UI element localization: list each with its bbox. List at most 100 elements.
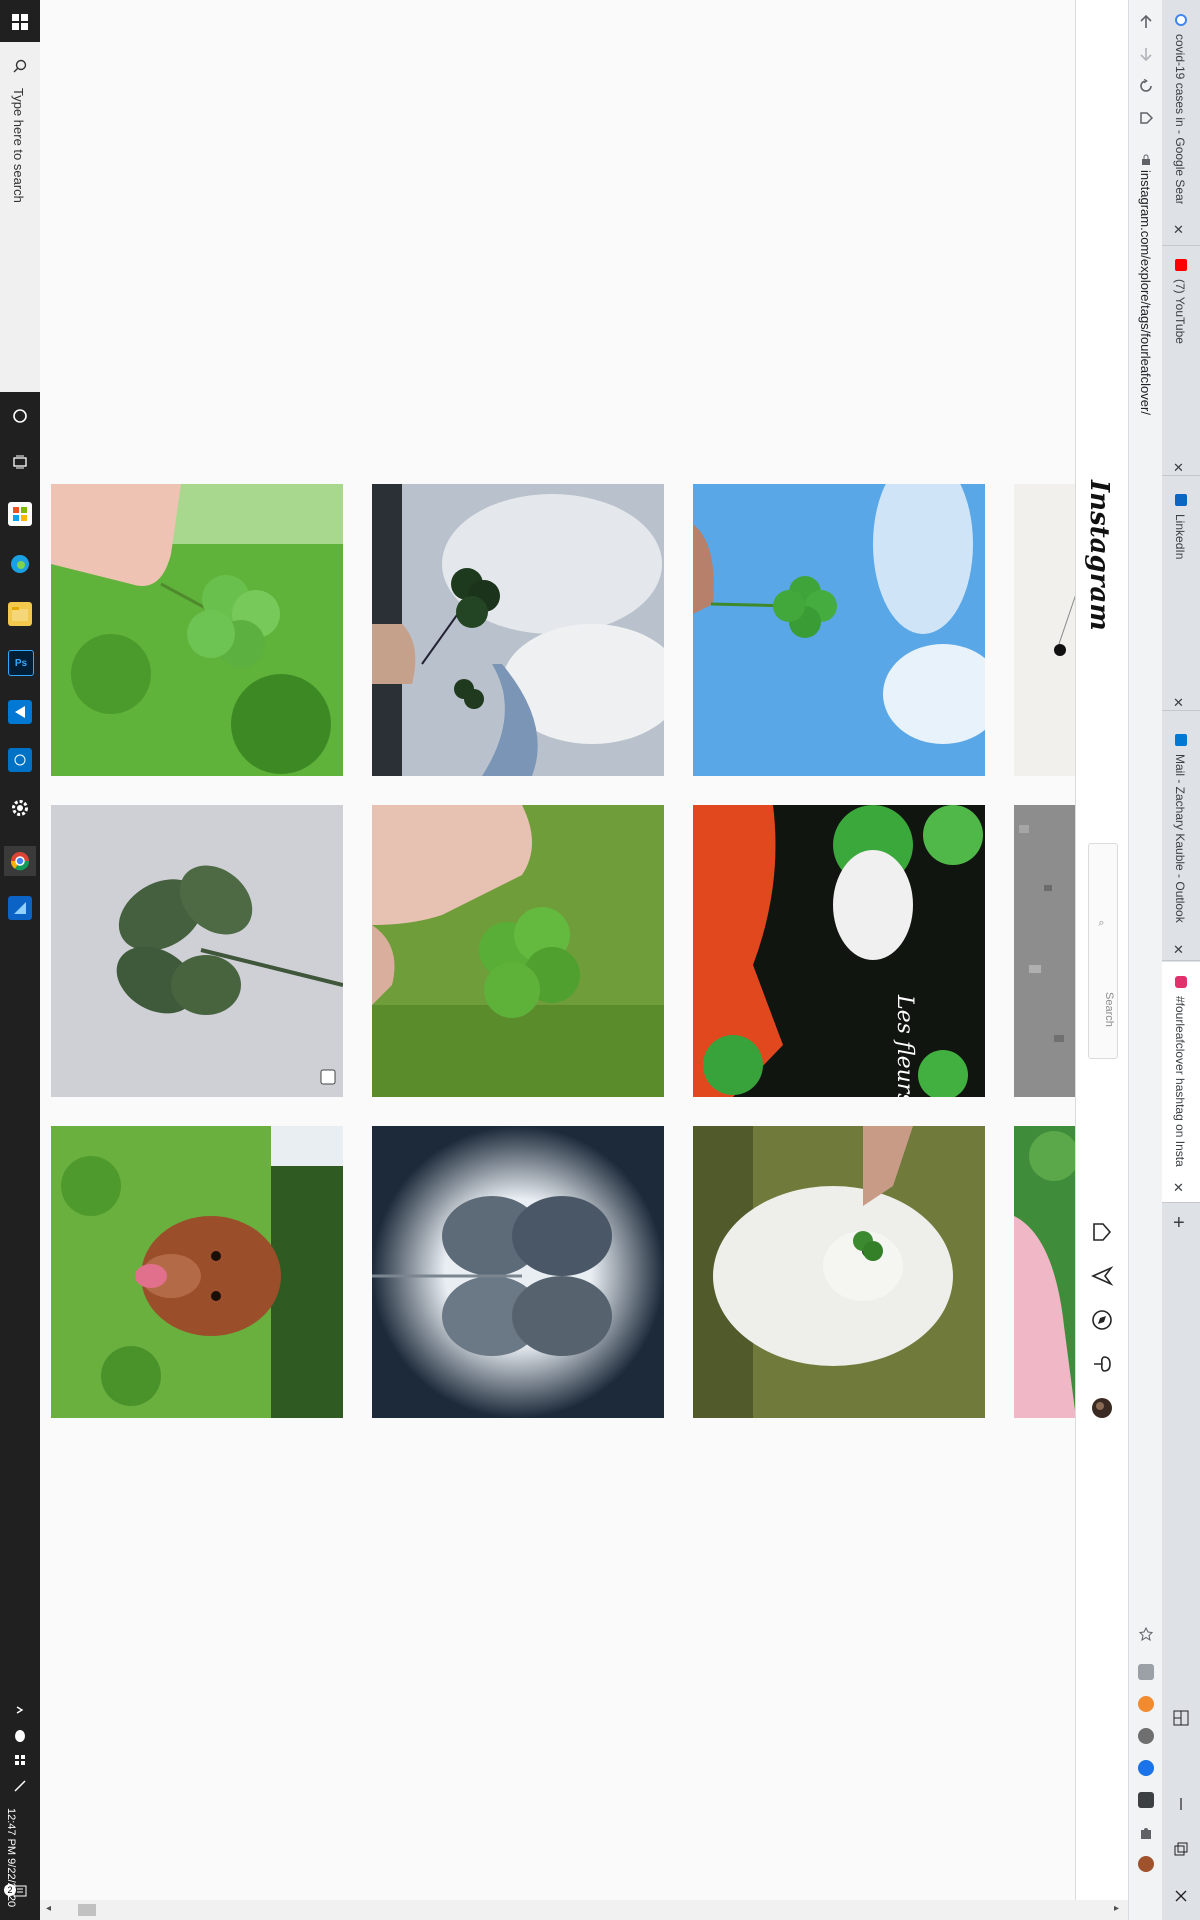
youtube-favicon-icon bbox=[1175, 259, 1187, 271]
google-favicon-icon bbox=[1175, 14, 1187, 26]
clover-necklace-image bbox=[1014, 484, 1076, 776]
clock-time: 12:47 PM bbox=[5, 1808, 17, 1856]
photoshop-icon[interactable]: Ps bbox=[8, 650, 34, 676]
chrome-icon[interactable] bbox=[4, 846, 36, 876]
explore-compass-icon[interactable] bbox=[1090, 1308, 1114, 1332]
tab-title: Mail - Zachary Kauble - Outlook bbox=[1173, 754, 1187, 923]
network-app-icon[interactable] bbox=[8, 748, 32, 772]
browser-toolbar: instagram.com/explore/tags/fourleafclove… bbox=[1128, 0, 1163, 1920]
book-cover-les-fleurs-image: Les fleurs bbox=[693, 805, 985, 1097]
onedrive-cloud-icon[interactable] bbox=[8, 1724, 32, 1748]
post-thumbnail[interactable] bbox=[1014, 484, 1076, 776]
close-tab-icon[interactable]: ✕ bbox=[1173, 460, 1184, 476]
tab-youtube[interactable]: (7) YouTube ✕ bbox=[1162, 245, 1200, 476]
instagram-favicon-icon bbox=[1175, 976, 1187, 988]
restore-window-icon[interactable] bbox=[1173, 1842, 1189, 1862]
post-thumbnail[interactable] bbox=[693, 1126, 985, 1418]
scroll-right-arrow-icon[interactable]: ▸ bbox=[1114, 1903, 1119, 1914]
post-thumbnail[interactable]: Les fleurs bbox=[693, 805, 985, 1097]
chevron-up-icon[interactable] bbox=[8, 1698, 32, 1722]
notification-count-badge: 2 bbox=[4, 1884, 16, 1896]
clover-held-over-grass-image bbox=[372, 805, 664, 1097]
cortana-icon[interactable] bbox=[8, 404, 32, 428]
instagram-explore-grid: Les fleurs bbox=[40, 0, 1076, 1900]
close-tab-icon[interactable]: ✕ bbox=[1173, 1180, 1184, 1196]
taskbar-search-box[interactable]: Type here to search bbox=[0, 42, 41, 392]
settings-gear-icon[interactable] bbox=[8, 796, 32, 820]
pressed-clover-image bbox=[51, 805, 343, 1097]
post-thumbnail[interactable] bbox=[372, 484, 664, 776]
close-tab-icon[interactable]: ✕ bbox=[1173, 222, 1184, 238]
search-placeholder: ⌕ Search bbox=[1096, 918, 1115, 1027]
taskbar-search-placeholder: Type here to search bbox=[11, 88, 26, 203]
post-thumbnail[interactable] bbox=[1014, 1126, 1076, 1418]
extension-dark-icon[interactable] bbox=[1138, 1792, 1154, 1808]
extension-orange-icon[interactable] bbox=[1138, 1696, 1154, 1712]
home-icon[interactable] bbox=[1090, 1220, 1114, 1244]
clover-pink-hand-image bbox=[1014, 1126, 1076, 1418]
close-tab-icon[interactable]: ✕ bbox=[1173, 695, 1184, 711]
clover-in-fingers-image bbox=[51, 484, 343, 776]
post-thumbnail[interactable] bbox=[51, 484, 343, 776]
granite-texture-image bbox=[1014, 805, 1076, 1097]
browser-tab-strip: covid-19 cases in - Google Searc ✕ (7) Y… bbox=[1162, 0, 1200, 1920]
extensions-puzzle-icon[interactable] bbox=[1134, 1822, 1158, 1846]
search-placeholder-text: Search bbox=[1103, 992, 1115, 1027]
pen-icon[interactable] bbox=[8, 1774, 32, 1798]
instagram-search-input[interactable]: ⌕ Search bbox=[1088, 843, 1118, 1059]
direct-message-icon[interactable] bbox=[1090, 1264, 1114, 1288]
profile-avatar-icon[interactable] bbox=[1090, 1396, 1114, 1420]
reload-icon[interactable] bbox=[1134, 74, 1158, 98]
scrollbar-thumb[interactable] bbox=[78, 1904, 96, 1916]
tab-instagram-fourleafclover[interactable]: #fourleafclover hashtag on Insta ✕ bbox=[1162, 962, 1200, 1203]
profile-avatar-z-icon[interactable] bbox=[1138, 1856, 1154, 1872]
minimize-icon[interactable] bbox=[1173, 1796, 1189, 1816]
close-tab-icon[interactable]: ✕ bbox=[1173, 942, 1184, 958]
post-thumbnail[interactable] bbox=[372, 1126, 664, 1418]
new-tab-plus-icon[interactable]: + bbox=[1173, 1212, 1185, 1235]
instagram-logo[interactable]: Instagram bbox=[1084, 480, 1114, 631]
post-thumbnail[interactable] bbox=[372, 805, 664, 1097]
extension-g-icon[interactable] bbox=[1138, 1664, 1154, 1680]
windows-start-icon[interactable] bbox=[8, 10, 32, 34]
task-view-icon[interactable] bbox=[8, 450, 32, 474]
home-button-icon[interactable] bbox=[1134, 106, 1158, 130]
search-icon bbox=[8, 54, 32, 78]
back-arrow-icon[interactable] bbox=[1134, 10, 1158, 34]
dog-in-clover-image bbox=[51, 1126, 343, 1418]
post-thumbnail[interactable] bbox=[51, 805, 343, 1097]
tab-search-icon[interactable] bbox=[1173, 1710, 1189, 1726]
extension-blue-icon[interactable] bbox=[1138, 1760, 1154, 1776]
address-bar[interactable]: instagram.com/explore/tags/fourleafclove… bbox=[1138, 170, 1153, 415]
forward-arrow-icon[interactable] bbox=[1134, 42, 1158, 66]
tab-title: covid-19 cases in - Google Searc bbox=[1173, 34, 1187, 204]
lock-icon[interactable] bbox=[1134, 148, 1158, 172]
horizontal-scrollbar[interactable]: ◂ ▸ bbox=[40, 1900, 1128, 1920]
microsoft-store-icon[interactable] bbox=[8, 502, 32, 526]
instagram-header: Instagram ⌕ Search bbox=[1075, 0, 1129, 1900]
monochrome-clover-image bbox=[372, 1126, 664, 1418]
tab-linkedin[interactable]: LinkedIn ✕ bbox=[1162, 480, 1200, 711]
visual-studio-code-icon[interactable] bbox=[8, 700, 32, 724]
close-window-icon[interactable] bbox=[1173, 1888, 1189, 1908]
remote-desktop-icon[interactable] bbox=[8, 896, 32, 920]
clover-blue-sky-image bbox=[693, 484, 985, 776]
tab-title: LinkedIn bbox=[1173, 514, 1187, 560]
tab-outlook-mail[interactable]: Mail - Zachary Kauble - Outlook ✕ bbox=[1162, 720, 1200, 961]
post-thumbnail[interactable] bbox=[51, 1126, 343, 1418]
post-thumbnail[interactable] bbox=[1014, 805, 1076, 1097]
extension-gray-icon[interactable] bbox=[1138, 1728, 1154, 1744]
bookmark-star-icon[interactable] bbox=[1134, 1622, 1158, 1646]
activity-heart-icon[interactable] bbox=[1090, 1352, 1114, 1376]
tab-title: (7) YouTube bbox=[1173, 279, 1187, 344]
post-thumbnail[interactable] bbox=[693, 484, 985, 776]
file-explorer-icon[interactable] bbox=[8, 602, 32, 626]
windows-taskbar: Type here to search Ps 12:47 PM 9/22/202… bbox=[0, 0, 41, 1920]
white-dog-with-clover-image bbox=[693, 1126, 985, 1418]
clover-against-clouds-image bbox=[372, 484, 664, 776]
scroll-left-arrow-icon[interactable]: ◂ bbox=[46, 1903, 51, 1914]
edge-icon[interactable] bbox=[8, 552, 32, 576]
dropbox-icon[interactable] bbox=[8, 1748, 32, 1772]
tab-google-search[interactable]: covid-19 cases in - Google Searc ✕ bbox=[1162, 0, 1200, 246]
outlook-favicon-icon bbox=[1175, 734, 1187, 746]
